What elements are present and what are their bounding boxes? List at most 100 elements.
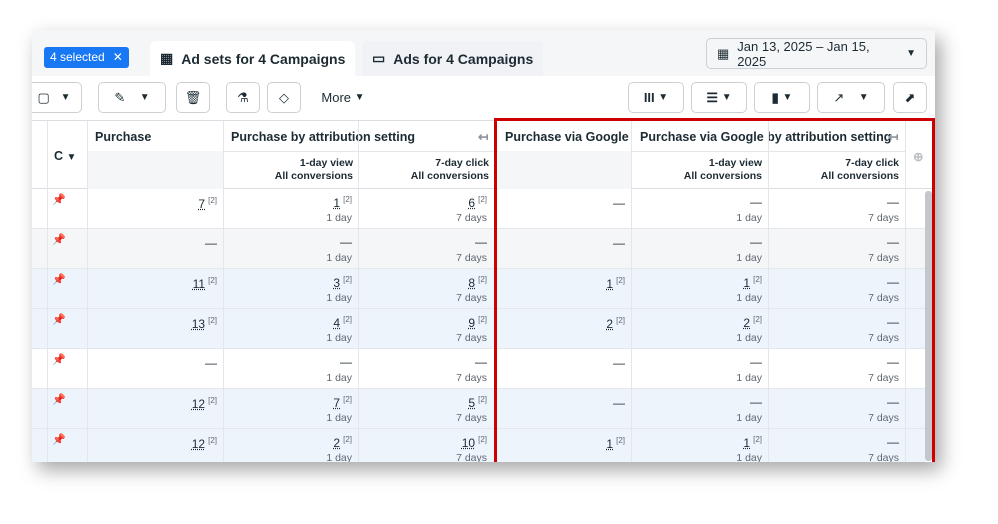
footnote-marker: [2]	[208, 436, 217, 445]
more-button[interactable]: More ▼	[312, 82, 374, 113]
table-row[interactable]: 📌 11 [2] 3 [2] 1 day 8 [2] 7 days 1 [2] 1 [2] 1 day —7…	[32, 269, 925, 309]
cell-value[interactable]: 2	[606, 317, 613, 331]
pin-icon[interactable]: 📌	[52, 233, 66, 246]
date-range-picker[interactable]: ▦ Jan 13, 2025 – Jan 15, 2025 ▼	[706, 38, 927, 69]
header-fill	[87, 151, 223, 189]
pin-icon[interactable]: 📌	[52, 433, 66, 446]
column-header-c[interactable]: C ▼	[54, 149, 76, 163]
cell-pvg: —	[498, 389, 631, 429]
cell-value: —	[475, 235, 487, 249]
cell-value[interactable]: 12	[192, 437, 205, 451]
pin-icon[interactable]: 📌	[52, 313, 66, 326]
cell-value[interactable]: 7	[333, 396, 340, 410]
column-header-purchase-via-google[interactable]: Purchase via Google	[505, 130, 629, 144]
attribution-window: 1 day	[326, 332, 352, 344]
cell-value[interactable]: 2	[333, 436, 340, 450]
cell-view: 3 [2] 1 day	[223, 269, 358, 309]
subheader-1-day-view: 1-day view All conversions	[223, 157, 353, 183]
pin-icon[interactable]: 📌	[52, 273, 66, 286]
table-row[interactable]: 📌 13 [2] 4 [2] 1 day 9 [2] 7 days 2 [2] 2 [2] 1 day —7…	[32, 309, 925, 349]
columns-icon: III	[643, 90, 655, 105]
export-button[interactable]: ↗ ▼	[817, 82, 885, 113]
cell-value[interactable]: 10	[462, 436, 475, 450]
tag-button[interactable]: ◇	[267, 82, 301, 113]
chevron-down-icon: ▼	[60, 92, 71, 103]
cell-pvg_view: 1 [2] 1 day	[631, 269, 768, 309]
cell-value[interactable]: 1	[333, 196, 340, 210]
cell-value[interactable]: 7	[198, 197, 205, 211]
cell-pvg: —	[498, 189, 631, 229]
cell-value[interactable]: 8	[468, 276, 475, 290]
cell-value[interactable]: 9	[468, 316, 475, 330]
attribution-window: 7 days	[456, 292, 487, 304]
delete-button[interactable]: 🗑	[176, 82, 210, 113]
cell-value[interactable]: 1	[606, 277, 613, 291]
table-row[interactable]: 📌 — — 1 day — 7 days — — 1 day — 7 days	[32, 349, 925, 389]
attribution-window: 1 day	[736, 412, 762, 424]
tab-ads[interactable]: ▭ Ads for 4 Campaigns	[362, 41, 544, 76]
cell-value[interactable]: 6	[468, 196, 475, 210]
cell-value: —	[887, 195, 899, 209]
cell-value: —	[205, 356, 217, 370]
collapse-icon[interactable]: ↤	[478, 129, 488, 144]
table-row[interactable]: 📌 7 [2] 1 [2] 1 day 6 [2] 7 days — —1 day —7 days	[32, 189, 925, 229]
table-row[interactable]: 📌 12 [2] 2 [2] 1 day 10 [2] 7 days 1 [2] 1 [2] 1 day —…	[32, 429, 925, 462]
tab-label: Ad sets for 4 Campaigns	[181, 50, 346, 67]
attribution-window: 7 days	[868, 372, 899, 384]
cell-value[interactable]: 1	[743, 276, 750, 290]
chart-button[interactable]: ⬈	[893, 82, 927, 113]
pin-icon[interactable]: 📌	[52, 393, 66, 406]
cell-value[interactable]: 4	[333, 316, 340, 330]
footnote-marker: [2]	[208, 396, 217, 405]
cell-value[interactable]: 11	[193, 277, 205, 291]
cell-value: —	[887, 435, 899, 449]
cell-value[interactable]: 3	[333, 276, 340, 290]
footnote-marker: [2]	[343, 395, 352, 404]
duplicate-button[interactable]: ▢ ▼	[32, 82, 82, 113]
cell-pvg_view: 1 [2] 1 day	[631, 429, 768, 462]
attribution-window: 1 day	[736, 372, 762, 384]
cell-value[interactable]: 1	[606, 437, 613, 451]
selected-badge[interactable]: 4 selected ✕	[44, 47, 129, 68]
table-row[interactable]: 📌 — — 1 day — 7 days — — 1 day — 7 days	[32, 229, 925, 269]
breakdown-button[interactable]: ☰ ▼	[691, 82, 747, 113]
attribution-window: 7 days	[868, 252, 899, 264]
close-icon[interactable]: ✕	[113, 50, 123, 64]
vertical-scrollbar[interactable]	[925, 191, 932, 461]
cell-value[interactable]: 12	[192, 397, 205, 411]
cell-value-wrap: —	[631, 355, 762, 369]
reports-button[interactable]: ▮ ▼	[754, 82, 810, 113]
trash-icon: 🗑	[184, 89, 202, 105]
column-header-purchase[interactable]: Purchase	[95, 130, 151, 144]
pin-icon[interactable]: 📌	[52, 193, 66, 206]
cell-value[interactable]: 2	[743, 316, 750, 330]
cell-value[interactable]: 1	[743, 436, 750, 450]
cell-value: —	[750, 355, 762, 369]
subheader-pvg-1-day-view: 1-day view All conversions	[631, 157, 762, 183]
cell-purchase: 12 [2]	[87, 389, 223, 429]
column-header-pvg-attribution[interactable]: Purchase via Google by attribution setti…	[640, 130, 891, 144]
cell-value-wrap: —	[768, 435, 899, 449]
attribution-window: 1 day	[326, 452, 352, 462]
tab-ad-sets[interactable]: ▦ Ad sets for 4 Campaigns	[150, 41, 356, 76]
attribution-window: 7 days	[868, 332, 899, 344]
attribution-window: 7 days	[456, 372, 487, 384]
attribution-window: 1 day	[736, 452, 762, 462]
cell-value: —	[750, 195, 762, 209]
add-column-icon[interactable]: ⊕	[913, 149, 923, 164]
divider	[768, 121, 769, 462]
pin-icon[interactable]: 📌	[52, 353, 66, 366]
footnote-marker: [2]	[208, 276, 217, 285]
divider	[47, 121, 48, 462]
edit-button[interactable]: ✎ ▼	[98, 82, 166, 113]
columns-button[interactable]: III ▼	[628, 82, 684, 113]
column-header-purchase-attribution[interactable]: Purchase by attribution setting	[231, 130, 415, 144]
table-row[interactable]: 📌 12 [2] 7 [2] 1 day 5 [2] 7 days — —1 day —7 days	[32, 389, 925, 429]
test-button[interactable]: ⚗	[226, 82, 260, 113]
cell-value-wrap: —	[498, 196, 625, 210]
date-range-label: Jan 13, 2025 – Jan 15, 2025	[737, 38, 870, 69]
attribution-window: 1 day	[326, 412, 352, 424]
cell-value[interactable]: 13	[192, 317, 205, 331]
collapse-icon[interactable]: ↤	[888, 129, 898, 144]
cell-value[interactable]: 5	[468, 396, 475, 410]
